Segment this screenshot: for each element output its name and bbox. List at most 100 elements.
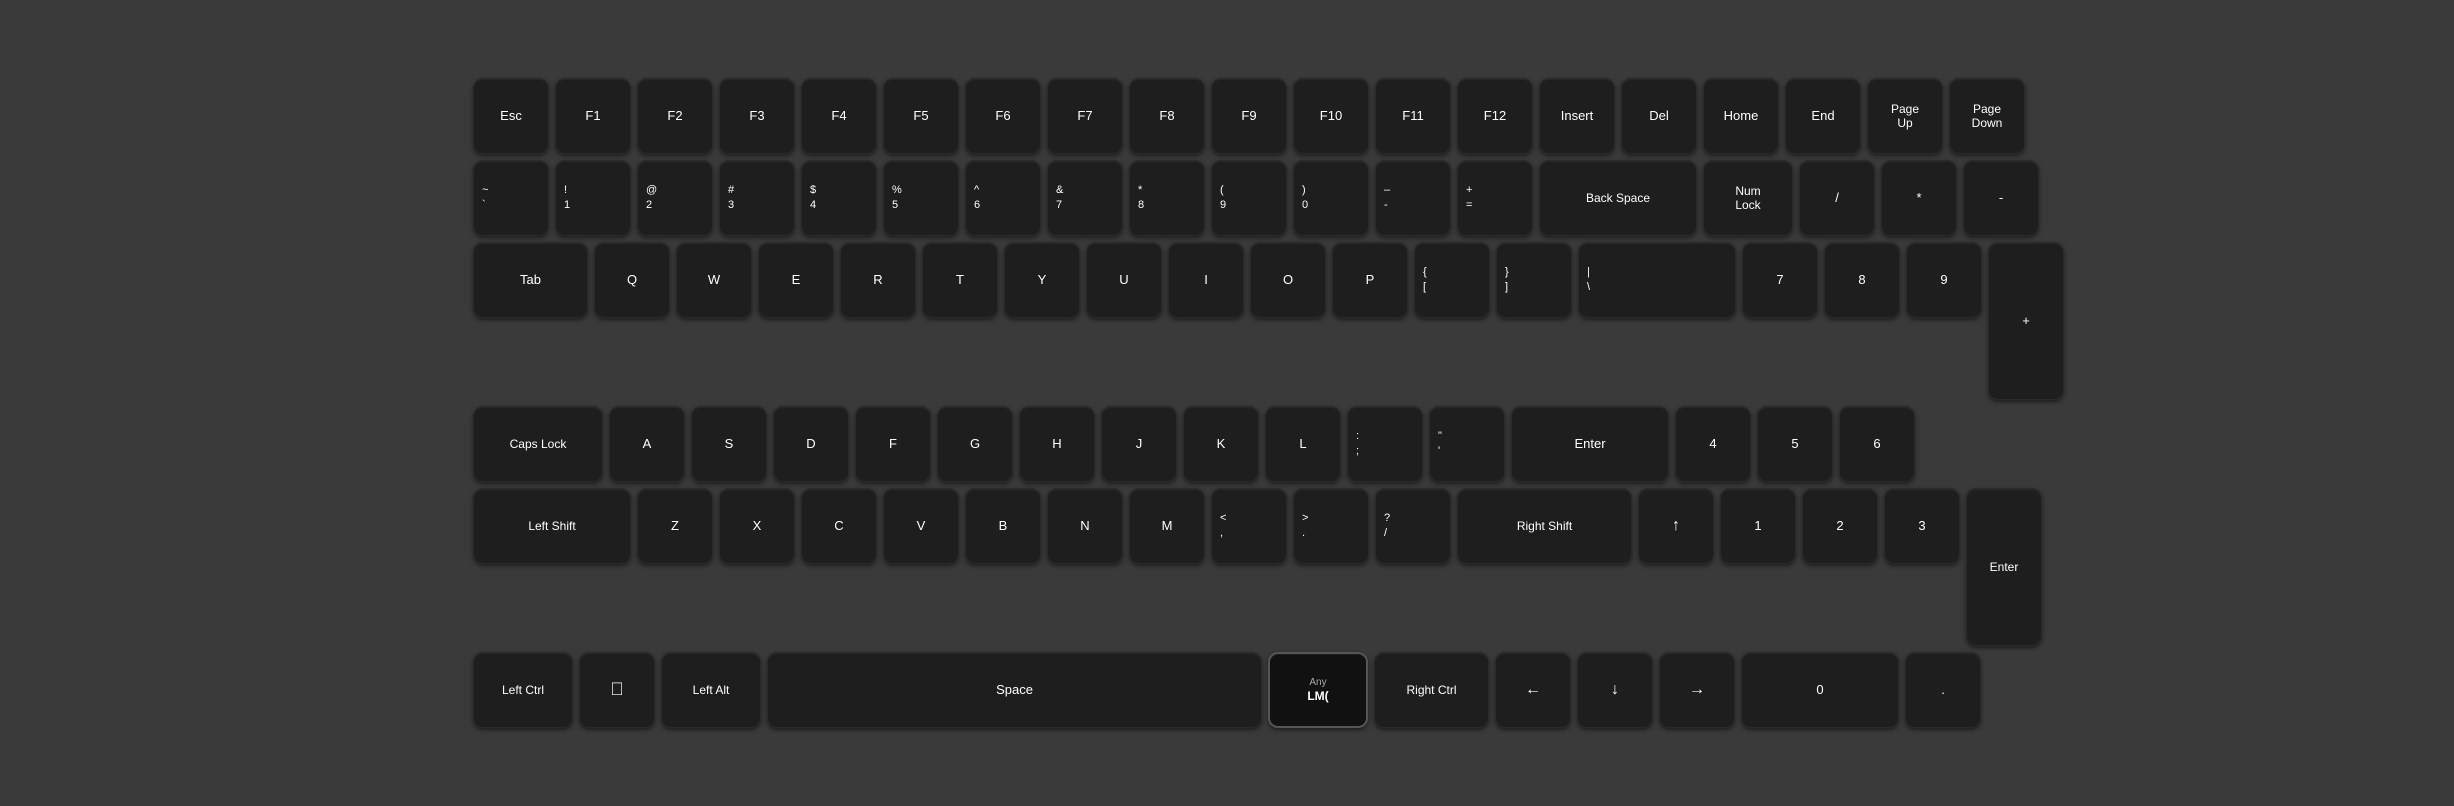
key-f11[interactable]: F11 [1375,78,1451,154]
key-num-7[interactable]: 7 [1742,242,1818,318]
key-g[interactable]: G [937,406,1013,482]
key-arrow-down[interactable]: ↓ [1577,652,1653,728]
key-caps-lock[interactable]: Caps Lock [473,406,603,482]
key-3[interactable]: #3 [719,160,795,236]
key-f2[interactable]: F2 [637,78,713,154]
key-f10[interactable]: F10 [1293,78,1369,154]
key-1[interactable]: !1 [555,160,631,236]
key-z[interactable]: Z [637,488,713,564]
key-f6[interactable]: F6 [965,78,1041,154]
key-num-asterisk[interactable]: * [1881,160,1957,236]
key-equals[interactable]: += [1457,160,1533,236]
key-page-up[interactable]: PageUp [1867,78,1943,154]
key-d[interactable]: D [773,406,849,482]
key-f4[interactable]: F4 [801,78,877,154]
key-j[interactable]: J [1101,406,1177,482]
key-k[interactable]: K [1183,406,1259,482]
key-y[interactable]: Y [1004,242,1080,318]
key-backtick[interactable]: ~` [473,160,549,236]
key-2[interactable]: @2 [637,160,713,236]
key-num-4[interactable]: 4 [1675,406,1751,482]
key-f8[interactable]: F8 [1129,78,1205,154]
key-f5[interactable]: F5 [883,78,959,154]
key-num-slash[interactable]: / [1799,160,1875,236]
key-tab[interactable]: Tab [473,242,588,318]
key-num-lock[interactable]: NumLock [1703,160,1793,236]
key-home[interactable]: Home [1703,78,1779,154]
key-left-shift[interactable]: Left Shift [473,488,631,564]
key-num-minus[interactable]: - [1963,160,2039,236]
key-n[interactable]: N [1047,488,1123,564]
key-arrow-up[interactable]: ↑ [1638,488,1714,564]
key-esc[interactable]: Esc [473,78,549,154]
key-arrow-left[interactable]: ← [1495,652,1571,728]
key-space[interactable]: Space [767,652,1262,728]
key-v[interactable]: V [883,488,959,564]
key-q[interactable]: Q [594,242,670,318]
key-num-6[interactable]: 6 [1839,406,1915,482]
key-insert[interactable]: Insert [1539,78,1615,154]
key-any-lm[interactable]: Any LM( [1268,652,1368,728]
key-right-shift[interactable]: Right Shift [1457,488,1632,564]
key-x[interactable]: X [719,488,795,564]
key-period[interactable]: >. [1293,488,1369,564]
key-0[interactable]: )0 [1293,160,1369,236]
key-f12[interactable]: F12 [1457,78,1533,154]
key-enter[interactable]: Enter [1511,406,1669,482]
key-slash[interactable]: ?/ [1375,488,1451,564]
key-7[interactable]: &7 [1047,160,1123,236]
key-right-bracket[interactable]: }] [1496,242,1572,318]
key-num-0[interactable]: 0 [1741,652,1899,728]
key-num-2[interactable]: 2 [1802,488,1878,564]
home-row: Caps Lock A S D F G H J K L :; "' Enter … [473,406,1981,482]
key-right-ctrl[interactable]: Right Ctrl [1374,652,1489,728]
key-e[interactable]: E [758,242,834,318]
key-minus[interactable]: –- [1375,160,1451,236]
key-backslash[interactable]: |\ [1578,242,1736,318]
key-left-ctrl[interactable]: Left Ctrl [473,652,573,728]
key-b[interactable]: B [965,488,1041,564]
key-end[interactable]: End [1785,78,1861,154]
key-backspace[interactable]: Back Space [1539,160,1697,236]
key-r[interactable]: R [840,242,916,318]
key-l[interactable]: L [1265,406,1341,482]
key-f9[interactable]: F9 [1211,78,1287,154]
key-num-8[interactable]: 8 [1824,242,1900,318]
key-num-5[interactable]: 5 [1757,406,1833,482]
key-left-bracket[interactable]: {[ [1414,242,1490,318]
key-f3[interactable]: F3 [719,78,795,154]
key-9[interactable]: (9 [1211,160,1287,236]
key-a[interactable]: A [609,406,685,482]
key-semicolon[interactable]: :; [1347,406,1423,482]
key-4[interactable]: $4 [801,160,877,236]
key-m[interactable]: M [1129,488,1205,564]
key-apostrophe[interactable]: "' [1429,406,1505,482]
key-o[interactable]: O [1250,242,1326,318]
key-left-alt[interactable]: Left Alt [661,652,761,728]
key-num-3[interactable]: 3 [1884,488,1960,564]
key-page-down[interactable]: PageDown [1949,78,2025,154]
key-p[interactable]: P [1332,242,1408,318]
key-del[interactable]: Del [1621,78,1697,154]
key-num-9[interactable]: 9 [1906,242,1982,318]
key-5[interactable]: %5 [883,160,959,236]
key-num-enter[interactable]: Enter [1966,488,2042,646]
key-comma[interactable]: <, [1211,488,1287,564]
key-6[interactable]: ^6 [965,160,1041,236]
key-num-1[interactable]: 1 [1720,488,1796,564]
key-f[interactable]: F [855,406,931,482]
key-8[interactable]: *8 [1129,160,1205,236]
key-num-dot[interactable]: . [1905,652,1981,728]
key-num-plus[interactable]: + [1988,242,2064,400]
key-super[interactable]:  [579,652,655,728]
key-s[interactable]: S [691,406,767,482]
key-w[interactable]: W [676,242,752,318]
key-f1[interactable]: F1 [555,78,631,154]
key-i[interactable]: I [1168,242,1244,318]
key-t[interactable]: T [922,242,998,318]
key-arrow-right[interactable]: → [1659,652,1735,728]
key-f7[interactable]: F7 [1047,78,1123,154]
key-c[interactable]: C [801,488,877,564]
key-u[interactable]: U [1086,242,1162,318]
key-h[interactable]: H [1019,406,1095,482]
